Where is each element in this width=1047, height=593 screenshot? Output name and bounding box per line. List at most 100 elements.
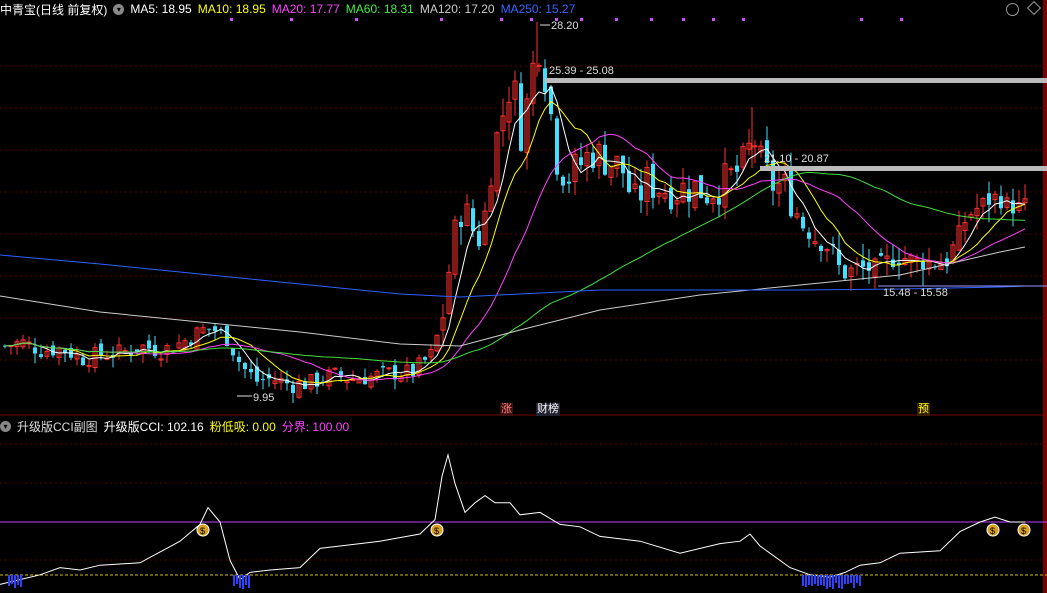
signal-dot <box>230 18 233 21</box>
candle-down <box>1011 200 1015 214</box>
candle-down <box>207 328 211 330</box>
high-price-label: 28.20 <box>551 20 579 32</box>
candle-down <box>81 357 85 365</box>
low-price-label: 9.95 <box>253 392 275 404</box>
range-bar-1 <box>545 78 1047 83</box>
finance-tag[interactable]: 财榜 <box>536 403 560 416</box>
low-buy-bar <box>826 575 828 589</box>
candle-down <box>735 165 739 172</box>
candle-down <box>861 260 865 267</box>
candle-down <box>231 348 235 356</box>
candle-down <box>705 197 709 204</box>
candle-down <box>687 189 691 202</box>
candle-down <box>801 216 805 229</box>
candle-down <box>471 208 475 232</box>
range-label-2: 21.10 - 20.87 <box>764 153 829 165</box>
candle-down <box>39 354 43 357</box>
signal-dot <box>900 18 903 21</box>
candle-down <box>699 175 703 199</box>
signal-dot <box>440 18 443 21</box>
low-buy-bar <box>844 575 846 584</box>
candle-up <box>332 367 338 370</box>
candle-down <box>819 245 823 251</box>
low-buy-bar <box>814 575 816 584</box>
candle-down <box>567 181 571 184</box>
low-buy-value: 粉低吸: 0.00 <box>209 419 276 434</box>
low-buy-bar <box>811 575 813 586</box>
money-bag-symbol: $ <box>200 526 205 536</box>
candle-down <box>789 170 793 217</box>
candle-down <box>987 193 991 205</box>
candle-down <box>237 356 241 363</box>
candle-up <box>752 145 758 148</box>
range-label-3: 15.48 - 15.58 <box>883 287 948 299</box>
candle-down <box>843 265 847 279</box>
ma10-line <box>4 100 1026 384</box>
candle-up <box>386 367 392 370</box>
candle-up <box>86 364 92 367</box>
low-buy-bar <box>17 575 19 585</box>
right-border <box>1043 0 1047 593</box>
candle-down <box>147 340 151 349</box>
money-bag-symbol: $ <box>1021 526 1026 536</box>
candle-down <box>669 187 673 210</box>
candle-down <box>243 363 247 369</box>
signal-dot <box>615 18 618 21</box>
low-buy-bar <box>248 575 250 588</box>
ma120-line <box>0 246 1026 347</box>
low-buy-bar <box>820 575 822 585</box>
signal-dot <box>530 18 533 21</box>
candle-down <box>651 163 655 198</box>
candle-down <box>33 347 37 354</box>
low-buy-bar <box>823 575 825 586</box>
money-bag-symbol: $ <box>434 526 439 536</box>
range-label-1: 25.39 - 25.08 <box>549 65 614 77</box>
candle-down <box>579 157 583 166</box>
candle-down <box>99 343 103 356</box>
cci-line <box>0 452 1025 585</box>
candle-down <box>639 185 643 201</box>
candle-down <box>51 345 55 356</box>
ma5-line <box>4 85 1026 386</box>
signal-dot <box>500 18 503 21</box>
ma20-line <box>4 133 1026 381</box>
low-buy-bar <box>838 575 840 588</box>
candle-down <box>213 326 217 332</box>
candle-down <box>717 198 721 205</box>
signal-dot <box>860 18 863 21</box>
limit-up-tag[interactable]: 涨 <box>500 403 513 416</box>
candle-down <box>381 366 385 368</box>
low-buy-bar <box>245 575 247 585</box>
candle-down <box>423 357 427 360</box>
candle-down <box>561 176 565 186</box>
candle-down <box>291 384 295 393</box>
signal-dot <box>742 18 745 21</box>
low-buy-bar <box>8 575 10 586</box>
low-buy-bar <box>817 575 819 586</box>
low-buy-bar <box>808 575 810 585</box>
low-buy-bar <box>835 575 837 583</box>
sub-chart-header: ▾ 升级版CCI副图 升级版CCI: 102.16 粉低吸: 0.00 分界: … <box>0 417 355 435</box>
dropdown-icon[interactable]: ▾ <box>0 420 11 432</box>
cci-value: 升级版CCI: 102.16 <box>103 419 204 434</box>
low-buy-bar <box>805 575 807 587</box>
low-buy-bar <box>859 575 861 586</box>
money-bag-symbol: $ <box>990 526 995 536</box>
candle-down <box>477 231 481 247</box>
low-buy-bar <box>233 575 235 586</box>
signal-dot <box>712 18 715 21</box>
low-buy-bar <box>11 575 13 584</box>
low-buy-bar <box>856 575 858 583</box>
candle-down <box>555 118 559 175</box>
candle-down <box>879 253 883 256</box>
low-buy-bar <box>829 575 831 587</box>
signal-dot <box>580 18 583 21</box>
candle-down <box>891 259 895 267</box>
cci-title[interactable]: 升级版CCI副图 <box>17 418 98 435</box>
low-buy-bar <box>14 575 16 588</box>
candle-down <box>225 325 229 346</box>
signal-dot <box>650 18 653 21</box>
forecast-tag[interactable]: 预 <box>917 403 930 416</box>
low-buy-bar <box>847 575 849 584</box>
low-buy-bar <box>841 575 843 589</box>
